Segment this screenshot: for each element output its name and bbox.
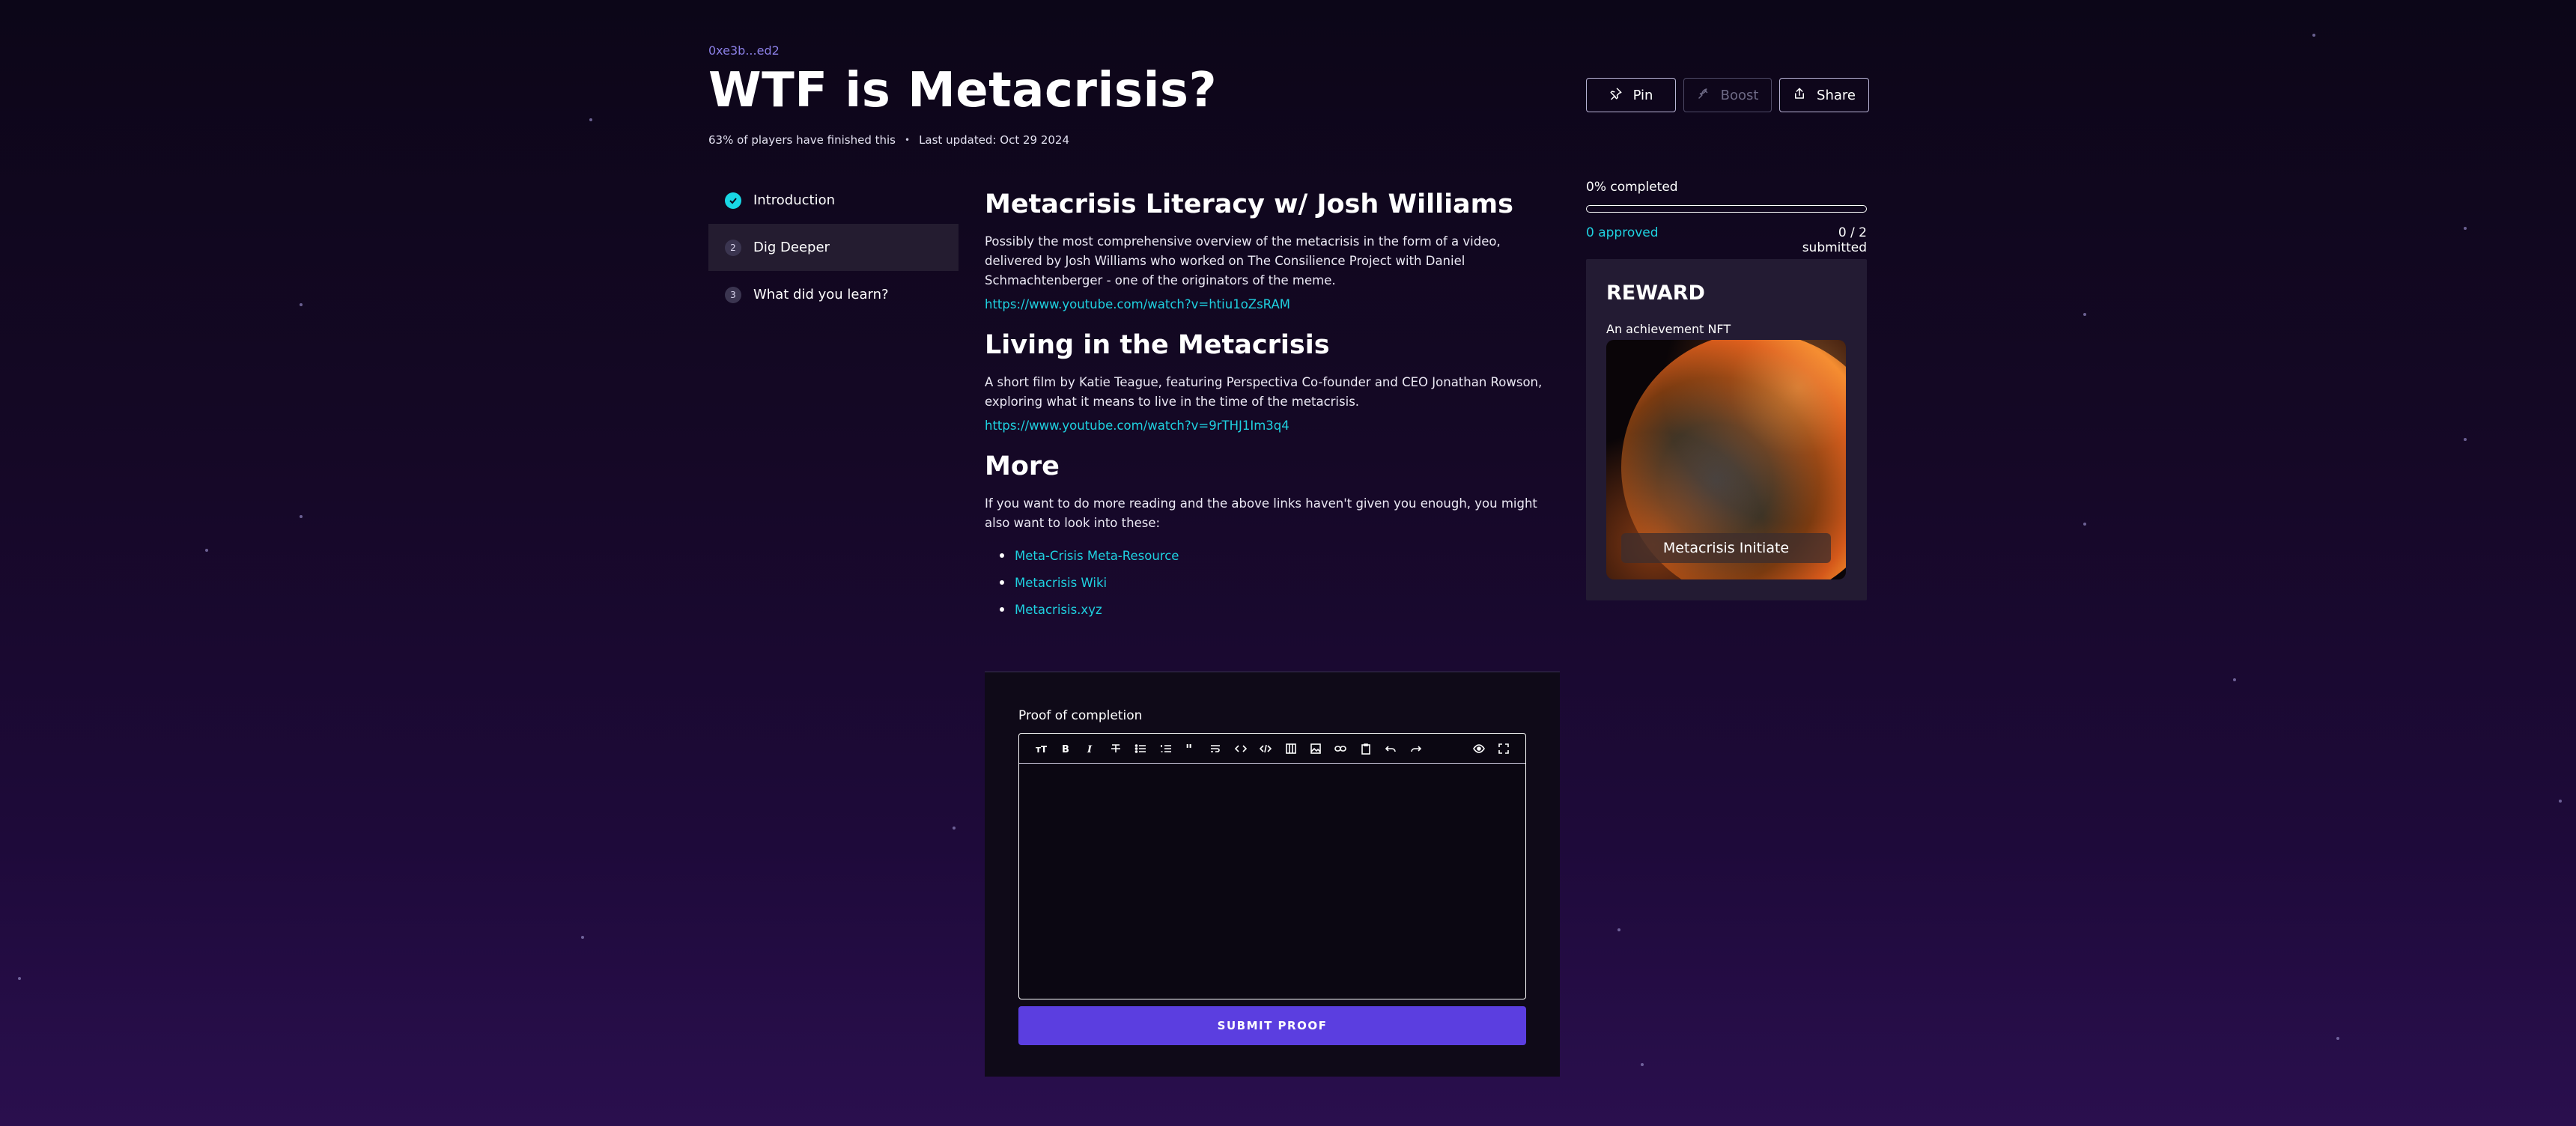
share-label: Share (1817, 87, 1856, 103)
step-label: What did you learn? (753, 287, 889, 302)
undo-icon[interactable] (1378, 737, 1403, 760)
bullet-icon (1000, 553, 1004, 558)
youtube-link[interactable]: https://www.youtube.com/watch?v=htiu1oZs… (985, 297, 1561, 311)
quest-meta: 63% of players have finished this • Last… (708, 133, 1069, 147)
reward-card: REWARD An achievement NFT Metacrisis Ini… (1586, 259, 1867, 600)
code-block-icon[interactable] (1254, 737, 1278, 760)
finished-stat: 63% of players have finished this (708, 133, 896, 147)
section-body: Possibly the most comprehensive overview… (985, 234, 1501, 287)
svg-text:тТ: тТ (1036, 744, 1047, 755)
background-star (2083, 523, 2086, 526)
progress-label: 0% completed (1586, 180, 1678, 195)
resource-link[interactable]: Metacrisis.xyz (1015, 603, 1102, 617)
svg-text:B: B (1062, 744, 1069, 755)
quest-actions: Pin Boost Share (1586, 78, 1869, 112)
strikethrough-icon[interactable] (1103, 737, 1128, 760)
svg-text:I: I (1087, 744, 1093, 755)
bullet-icon (1000, 607, 1004, 612)
background-star (300, 303, 303, 306)
section-heading: Metacrisis Literacy w/ Josh Williams (985, 189, 1513, 219)
code-icon[interactable] (1228, 737, 1253, 760)
submit-proof-button[interactable]: SUBMIT PROOF (1018, 1006, 1526, 1045)
author-address-link[interactable]: 0xe3b...ed2 (708, 43, 780, 58)
heading-icon[interactable]: тТ (1028, 737, 1053, 760)
bold-icon[interactable]: B (1053, 737, 1078, 760)
pin-button[interactable]: Pin (1586, 78, 1676, 112)
numbered-list-icon[interactable] (1153, 737, 1178, 760)
section-body: If you want to do more reading and the a… (985, 496, 1537, 530)
link-icon[interactable] (1328, 737, 1353, 760)
resource-list: Meta-Crisis Meta-Resource Metacrisis Wik… (985, 542, 1561, 623)
nft-image: Metacrisis Initiate (1606, 340, 1846, 579)
table-icon[interactable] (1278, 737, 1303, 760)
background-star (1641, 1063, 1644, 1066)
boost-label: Boost (1720, 87, 1759, 103)
background-star (2233, 678, 2236, 681)
step-label: Introduction (753, 192, 836, 208)
background-star (2464, 227, 2467, 230)
share-icon (1793, 87, 1806, 104)
section-heading: More (985, 451, 1060, 481)
background-star (18, 977, 21, 980)
editor-textarea[interactable] (1019, 764, 1525, 996)
redo-icon[interactable] (1403, 737, 1428, 760)
last-updated: Last updated: Oct 29 2024 (919, 133, 1070, 147)
background-star (2083, 313, 2086, 316)
step-number: 3 (725, 286, 741, 303)
background-star (581, 936, 584, 939)
bullet-list-icon[interactable] (1128, 737, 1153, 760)
step-dig-deeper[interactable]: 2 Dig Deeper (708, 224, 959, 271)
pin-label: Pin (1632, 87, 1653, 103)
approved-count[interactable]: 0 approved (1586, 225, 1659, 240)
svg-text:": " (1185, 743, 1192, 755)
reward-subtitle: An achievement NFT (1606, 322, 1731, 336)
step-content: Metacrisis Literacy w/ Josh Williams Pos… (985, 189, 1561, 623)
background-star (2464, 438, 2467, 441)
pin-icon (1609, 87, 1623, 104)
boost-icon (1697, 87, 1710, 104)
submitted-count: 0 / 2 submitted (1802, 225, 1867, 255)
resource-link[interactable]: Meta-Crisis Meta-Resource (1015, 549, 1179, 563)
step-label: Dig Deeper (753, 240, 830, 255)
list-item: Meta-Crisis Meta-Resource (1000, 542, 1561, 569)
italic-icon[interactable]: I (1078, 737, 1103, 760)
proof-label: Proof of completion (1018, 708, 1143, 723)
list-item: Metacrisis.xyz (1000, 596, 1561, 623)
quote-icon[interactable]: " (1178, 737, 1203, 760)
page-title: WTF is Metacrisis? (708, 63, 1218, 118)
preview-icon[interactable] (1466, 737, 1491, 760)
resource-link[interactable]: Metacrisis Wiki (1015, 576, 1107, 590)
clipboard-icon[interactable] (1353, 737, 1378, 760)
step-number: 2 (725, 239, 741, 256)
section-body: A short film by Katie Teague, featuring … (985, 375, 1543, 409)
fullscreen-icon[interactable] (1492, 737, 1516, 760)
background-star (589, 118, 592, 121)
list-item: Metacrisis Wiki (1000, 569, 1561, 596)
background-star (205, 549, 208, 552)
background-star (2336, 1037, 2339, 1040)
section-heading: Living in the Metacrisis (985, 330, 1330, 360)
check-icon (725, 192, 741, 209)
background-star (300, 515, 303, 518)
nft-name: Metacrisis Initiate (1621, 533, 1831, 563)
background-star (953, 827, 956, 830)
reward-title: REWARD (1606, 282, 1705, 305)
clean-block-icon[interactable] (1203, 737, 1228, 760)
step-what-did-you-learn[interactable]: 3 What did you learn? (708, 271, 959, 318)
boost-button[interactable]: Boost (1683, 78, 1772, 112)
youtube-link[interactable]: https://www.youtube.com/watch?v=9rTHJ1Im… (985, 419, 1561, 433)
meta-separator: • (904, 135, 911, 145)
markdown-editor: тТ B I " (1018, 733, 1526, 999)
share-button[interactable]: Share (1779, 78, 1869, 112)
step-introduction[interactable]: Introduction (708, 177, 959, 224)
quest-steps-sidebar: Introduction 2 Dig Deeper 3 What did you… (708, 177, 959, 318)
progress-bar (1586, 205, 1867, 213)
background-star (2312, 34, 2315, 37)
editor-toolbar: тТ B I " (1019, 734, 1525, 764)
image-icon[interactable] (1303, 737, 1328, 760)
background-star (2559, 800, 2562, 803)
background-star (1617, 928, 1620, 931)
bullet-icon (1000, 580, 1004, 585)
